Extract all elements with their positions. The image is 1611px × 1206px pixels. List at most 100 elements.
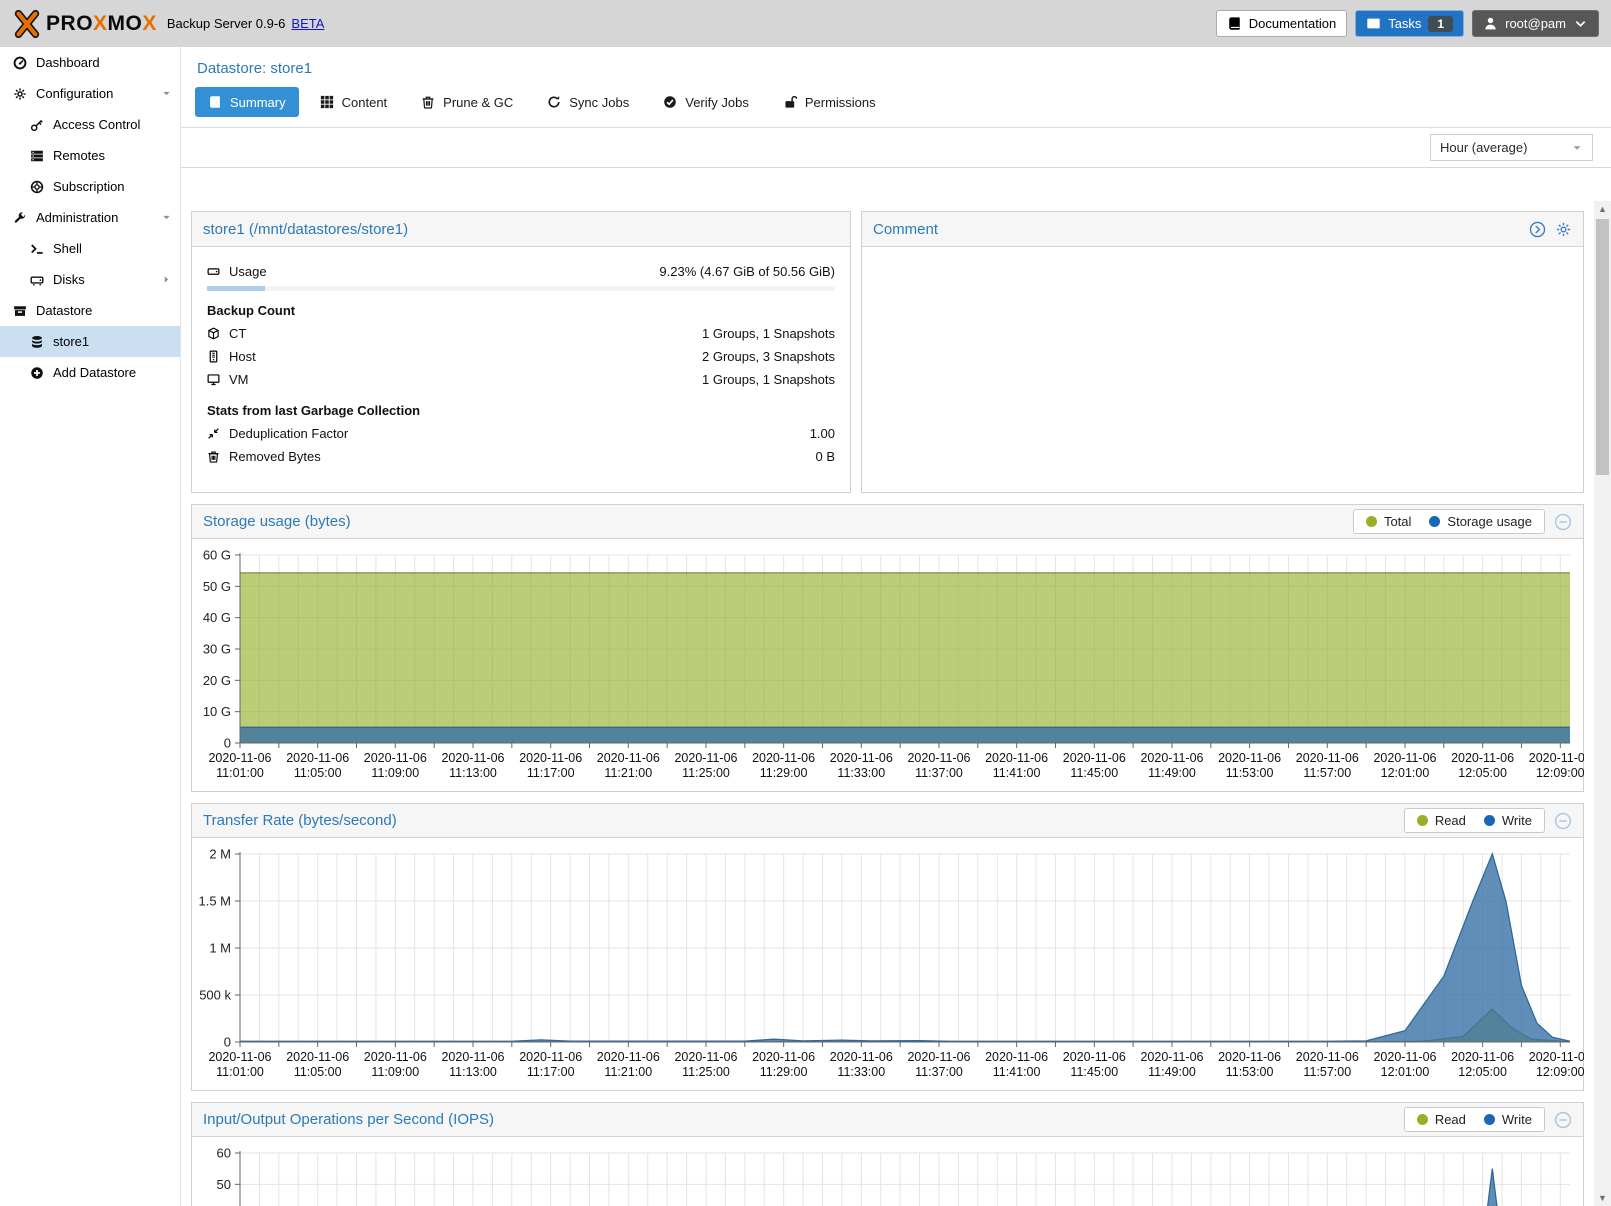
stat-row-deduplication-factor: Deduplication Factor1.00 xyxy=(207,422,835,445)
svg-text:11:29:00: 11:29:00 xyxy=(760,1065,808,1079)
chart-legend: Total Storage usage xyxy=(1353,509,1545,534)
legend-item-write[interactable]: Write xyxy=(1484,1112,1532,1127)
legend-item-total[interactable]: Total xyxy=(1366,514,1411,529)
svg-text:40 G: 40 G xyxy=(203,610,231,625)
proxmox-x-icon xyxy=(12,9,42,39)
sidebar-item-disks[interactable]: Disks xyxy=(0,264,180,295)
tab-sync-jobs[interactable]: Sync Jobs xyxy=(534,87,642,117)
chart-title: Storage usage (bytes) xyxy=(203,513,351,530)
backup-count-title: Backup Count xyxy=(207,303,835,318)
gear-icon[interactable] xyxy=(1555,221,1572,238)
content-icon xyxy=(320,95,334,109)
svg-text:11:21:00: 11:21:00 xyxy=(604,766,652,780)
sidebar-item-store1[interactable]: store1 xyxy=(0,326,180,357)
vertical-scrollbar[interactable]: ▲ ▼ xyxy=(1594,201,1611,1206)
tab-label: Sync Jobs xyxy=(569,95,629,110)
svg-text:0: 0 xyxy=(224,736,231,751)
svg-text:11:33:00: 11:33:00 xyxy=(837,1065,885,1079)
tasks-button[interactable]: Tasks 1 xyxy=(1355,10,1464,37)
collapse-icon[interactable] xyxy=(1554,812,1572,830)
svg-text:2020-11-06: 2020-11-06 xyxy=(752,751,815,765)
legend-item-storage-usage[interactable]: Storage usage xyxy=(1429,514,1532,529)
stat-label: Deduplication Factor xyxy=(229,426,348,441)
svg-text:2020-11-06: 2020-11-06 xyxy=(830,1050,893,1064)
chevron-right-icon[interactable] xyxy=(161,274,172,285)
stat-row-vm: VM1 Groups, 1 Snapshots xyxy=(207,368,835,391)
sidebar-item-shell[interactable]: Shell xyxy=(0,233,180,264)
top-bar: PROXMOX Backup Server 0.9-6 BETA Documen… xyxy=(0,0,1611,47)
svg-text:11:53:00: 11:53:00 xyxy=(1226,766,1274,780)
add-icon xyxy=(30,366,44,380)
usage-value: 9.23% (4.67 GiB of 50.56 GiB) xyxy=(659,264,835,279)
scroll-up-arrow[interactable]: ▲ xyxy=(1594,201,1611,217)
chart-plot: 0500 k1 M1.5 M2 M2020-11-0611:01:002020-… xyxy=(192,838,1583,1090)
database-icon xyxy=(30,335,44,349)
tab-summary[interactable]: Summary xyxy=(195,87,299,117)
svg-text:2020-11-06: 2020-11-06 xyxy=(1218,751,1281,765)
collapse-icon[interactable] xyxy=(1554,1111,1572,1129)
stat-value: 1 Groups, 1 Snapshots xyxy=(702,372,835,387)
chevron-down-icon[interactable] xyxy=(161,88,172,99)
verify-icon xyxy=(663,95,677,109)
svg-text:1 M: 1 M xyxy=(209,941,231,956)
tab-permissions[interactable]: Permissions xyxy=(770,87,889,117)
chart-legend: Read Write xyxy=(1404,1107,1545,1132)
sidebar-item-configuration[interactable]: Configuration xyxy=(0,78,180,109)
tab-label: Content xyxy=(342,95,388,110)
tab-content[interactable]: Content xyxy=(307,87,401,117)
svg-text:2020-11-06: 2020-11-06 xyxy=(907,751,970,765)
sidebar-item-remotes[interactable]: Remotes xyxy=(0,140,180,171)
shell-icon xyxy=(30,242,44,256)
svg-text:2020-11-06: 2020-11-06 xyxy=(441,1050,504,1064)
svg-text:11:57:00: 11:57:00 xyxy=(1303,766,1351,780)
svg-text:11:17:00: 11:17:00 xyxy=(527,766,575,780)
collapse-icon[interactable] xyxy=(1554,513,1572,531)
chevron-down-icon[interactable] xyxy=(161,212,172,223)
documentation-button[interactable]: Documentation xyxy=(1216,10,1347,37)
svg-text:11:41:00: 11:41:00 xyxy=(993,1065,1041,1079)
sidebar-item-subscription[interactable]: Subscription xyxy=(0,171,180,202)
svg-text:2020-11-06: 2020-11-06 xyxy=(519,751,582,765)
svg-text:2020-11-06: 2020-11-06 xyxy=(208,1050,271,1064)
sidebar-item-label: Administration xyxy=(36,210,118,225)
svg-text:2020-11-06: 2020-11-06 xyxy=(907,1050,970,1064)
legend-label: Read xyxy=(1435,1112,1466,1127)
sidebar-item-access-control[interactable]: Access Control xyxy=(0,109,180,140)
svg-text:11:13:00: 11:13:00 xyxy=(449,1065,497,1079)
iops-chart-panel: Input/Output Operations per Second (IOPS… xyxy=(191,1102,1584,1206)
svg-text:11:09:00: 11:09:00 xyxy=(371,1065,419,1079)
sidebar-item-add-datastore[interactable]: Add Datastore xyxy=(0,357,180,388)
svg-text:10 G: 10 G xyxy=(203,704,231,719)
sidebar-item-label: Access Control xyxy=(53,117,140,132)
beta-link[interactable]: BETA xyxy=(291,16,324,31)
sidebar-item-label: Datastore xyxy=(36,303,92,318)
legend-item-read[interactable]: Read xyxy=(1417,813,1466,828)
svg-text:11:25:00: 11:25:00 xyxy=(682,766,730,780)
svg-text:50 G: 50 G xyxy=(203,579,231,594)
legend-dot xyxy=(1484,815,1495,826)
trash-icon xyxy=(207,450,220,463)
stat-value: 2 Groups, 3 Snapshots xyxy=(702,349,835,364)
user-icon xyxy=(1483,16,1498,31)
timeframe-select[interactable]: Hour (average) xyxy=(1430,134,1593,161)
legend-item-write[interactable]: Write xyxy=(1484,813,1532,828)
svg-text:12:09:00: 12:09:00 xyxy=(1536,766,1584,780)
user-menu-button[interactable]: root@pam xyxy=(1472,10,1599,37)
scrollbar-thumb[interactable] xyxy=(1596,219,1609,475)
svg-text:11:53:00: 11:53:00 xyxy=(1226,1065,1274,1079)
circle-chevron-right-icon[interactable] xyxy=(1529,221,1546,238)
svg-text:2020-11-06: 2020-11-06 xyxy=(519,1050,582,1064)
tab-verify-jobs[interactable]: Verify Jobs xyxy=(650,87,762,117)
sidebar-item-administration[interactable]: Administration xyxy=(0,202,180,233)
tab-prune-gc[interactable]: Prune & GC xyxy=(408,87,526,117)
administration-icon xyxy=(13,211,27,225)
legend-item-read[interactable]: Read xyxy=(1417,1112,1466,1127)
svg-text:2020-11-06: 2020-11-06 xyxy=(441,751,504,765)
svg-text:2020-11-06: 2020-11-06 xyxy=(1296,751,1359,765)
scroll-down-arrow[interactable]: ▼ xyxy=(1594,1190,1611,1206)
sidebar-item-label: Shell xyxy=(53,241,82,256)
sidebar-item-dashboard[interactable]: Dashboard xyxy=(0,47,180,78)
documentation-label: Documentation xyxy=(1249,16,1336,31)
sidebar-item-datastore[interactable]: Datastore xyxy=(0,295,180,326)
prune-icon xyxy=(421,95,435,109)
